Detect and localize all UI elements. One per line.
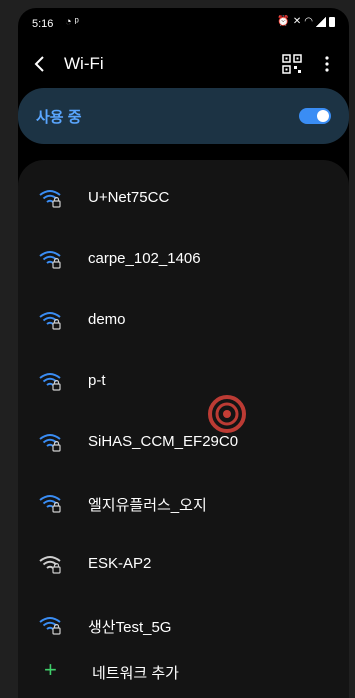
network-name: p-t [88,372,106,389]
phone-screen: 5:16 ◔ ᵖ ⏰ ✕ ◠ Wi-Fi 사용 중 U+Net75CC carp… [18,8,349,698]
network-row[interactable]: 생산Test_5G [18,595,349,655]
touch-indicator-icon [208,395,246,433]
switch-knob [317,110,329,122]
back-button[interactable] [28,50,52,78]
wifi-switch[interactable] [299,108,331,124]
network-name: demo [88,311,126,328]
network-row[interactable]: demo [18,290,349,350]
plus-icon: + [44,657,57,682]
network-row[interactable]: p-t [18,351,349,411]
wifi-lock-icon [39,373,61,391]
chevron-left-icon [34,56,44,72]
network-name: U+Net75CC [88,189,170,206]
app-bar: Wi-Fi [18,44,349,84]
qr-code-icon [282,54,302,74]
network-list: U+Net75CC carpe_102_1406 demo p-t SiHAS_… [18,160,349,698]
network-row[interactable]: carpe_102_1406 [18,229,349,289]
add-network-button[interactable]: + 네트워크 추가 [18,650,349,694]
qr-code-button[interactable] [281,53,303,75]
wifi-lock-icon [39,556,61,574]
wifi-toggle-label: 사용 중 [36,109,82,126]
wifi-lock-icon [39,312,61,330]
network-row[interactable]: U+Net75CC [18,168,349,228]
status-bar: 5:16 ◔ ᵖ ⏰ ✕ ◠ [18,8,349,36]
wifi-master-toggle[interactable]: 사용 중 [18,88,349,144]
network-row[interactable]: SiHAS_CCM_EF29C0 [18,412,349,472]
more-vert-icon [325,56,329,72]
wifi-lock-icon [39,190,61,208]
network-name: ESK-AP2 [88,555,152,572]
network-name: 생산Test_5G [88,619,172,636]
wifi-lock-icon [39,251,61,269]
status-right-icons: ⏰ ✕ ◠ [277,16,335,27]
mute-icon: ✕ [292,16,302,27]
whatsapp-icon: ◔ [65,16,72,28]
add-network-label: 네트워크 추가 [92,665,179,682]
wifi-status-icon: ◠ [304,16,313,27]
wifi-lock-icon [39,617,61,635]
battery-icon [329,16,335,27]
notification-icon: ᵖ [74,16,79,28]
network-row[interactable]: ESK-AP2 [18,534,349,594]
status-time: 5:16 [32,18,54,30]
signal-icon [316,16,326,27]
network-row[interactable]: 엘지유플러스_오지 [18,473,349,533]
status-left-icons: ◔ ᵖ [65,16,79,28]
more-options-button[interactable] [315,50,339,78]
screen-frame: 5:16 ◔ ᵖ ⏰ ✕ ◠ Wi-Fi 사용 중 U+Net75CC carp… [0,0,355,698]
wifi-lock-icon [39,495,61,513]
wifi-lock-icon [39,434,61,452]
network-name: carpe_102_1406 [88,250,201,267]
page-title: Wi-Fi [64,54,104,73]
network-name: 엘지유플러스_오지 [88,497,207,514]
alarm-icon: ⏰ [277,16,290,27]
network-name: SiHAS_CCM_EF29C0 [88,433,239,450]
